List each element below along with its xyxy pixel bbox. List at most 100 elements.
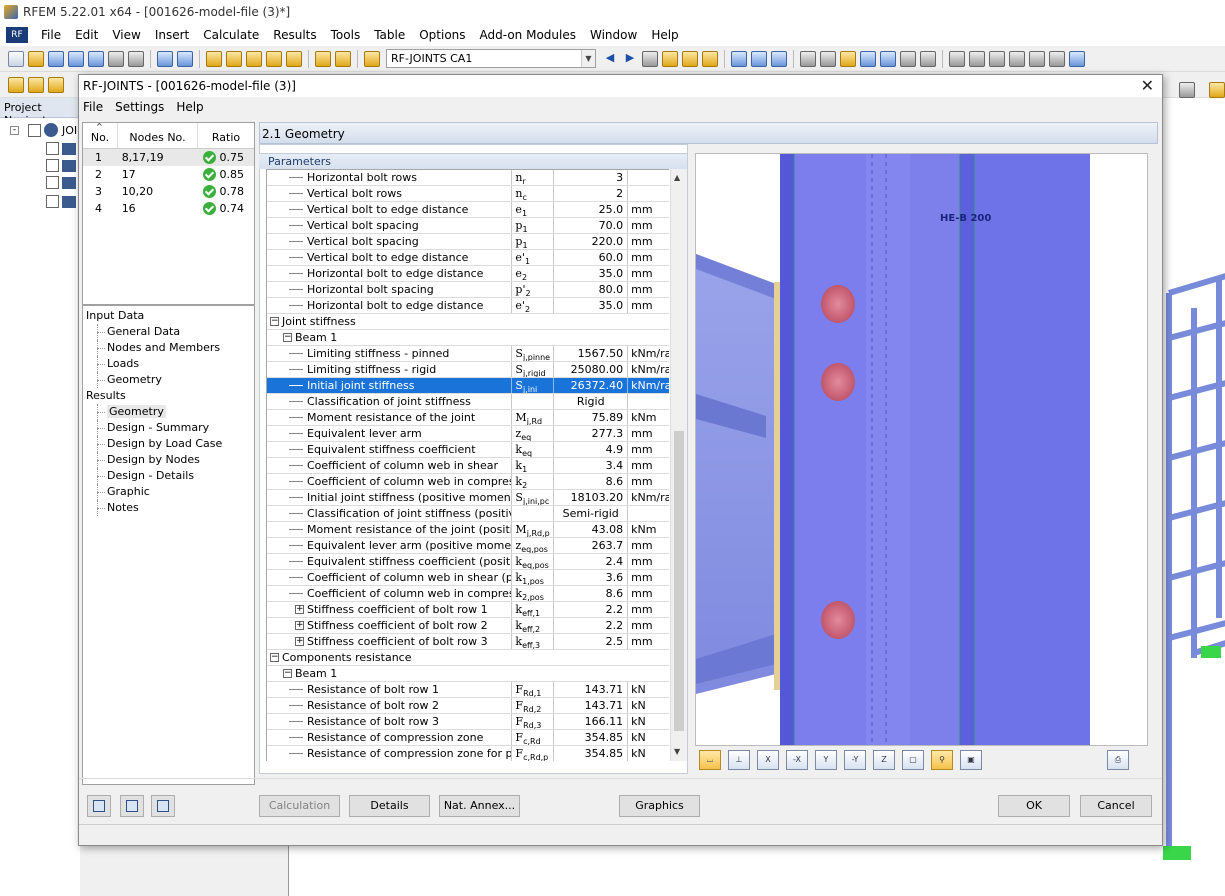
view-y-icon[interactable]: Y — [815, 750, 837, 770]
parameter-row[interactable]: Horizontal bolt rows nr 3 — [267, 170, 669, 186]
parameter-group-row[interactable]: − Joint stiffness — [267, 314, 669, 330]
collapse-toggle-icon[interactable]: − — [270, 316, 279, 326]
close-icon[interactable]: ✕ — [1141, 76, 1154, 95]
edit-icon[interactable] — [48, 50, 64, 67]
table-row[interactable]: 1 8,17,19 0.75 — [83, 149, 254, 166]
snap-icon[interactable] — [840, 50, 856, 67]
save-icon[interactable] — [88, 50, 104, 67]
render-icon[interactable] — [266, 50, 282, 67]
parameter-row[interactable]: Vertical bolt to edge distance e'1 60.0 mm — [267, 250, 669, 266]
graphics-button[interactable]: Graphics — [619, 795, 700, 817]
parameter-row[interactable]: Equivalent lever arm (positive moment) ze… — [267, 538, 669, 554]
menu-results[interactable]: Results — [273, 28, 316, 42]
line-icon[interactable] — [969, 50, 985, 67]
parameter-row[interactable]: Coefficient of column web in shear k1 3.4 m… — [267, 458, 669, 474]
table-view-icon[interactable] — [315, 50, 331, 67]
tree-collapse-toggle[interactable]: - — [10, 126, 19, 135]
calculation-button[interactable]: Calculation — [259, 795, 340, 817]
window-menu-icon[interactable]: RF — [6, 27, 28, 43]
nat-annex-button[interactable]: Nat. Annex... — [439, 795, 520, 817]
cancel-button[interactable]: Cancel — [1080, 795, 1152, 817]
parameter-row[interactable]: Moment resistance of the joint (positive… — [267, 522, 669, 538]
tree-item-graphic[interactable]: Graphic — [83, 484, 254, 500]
tree-item-notes[interactable]: Notes — [83, 500, 254, 516]
parameter-row[interactable]: Limiting stiffness - rigid Sj,rigid 25080.… — [267, 362, 669, 378]
mirror-icon[interactable] — [989, 50, 1005, 67]
grid-view-icon[interactable] — [335, 50, 351, 67]
next-arrow-icon[interactable]: ▶ — [622, 51, 638, 67]
export-button[interactable] — [151, 795, 175, 817]
import-button[interactable] — [120, 795, 144, 817]
table-row[interactable]: 4 16 0.74 — [83, 200, 254, 217]
pencil-icon[interactable] — [206, 50, 222, 67]
parameter-row[interactable]: Classification of joint stiffness Rigid — [267, 394, 669, 410]
parameter-row[interactable]: Initial joint stiffness Sj,ini 26372.40 kNm… — [267, 378, 669, 394]
menu-insert[interactable]: Insert — [155, 28, 189, 42]
parameter-group-row[interactable]: − Components resistance — [267, 650, 669, 666]
print-graphic-icon[interactable]: ⎙ — [1107, 750, 1129, 770]
show-results-icon[interactable] — [682, 50, 698, 67]
menu-view[interactable]: View — [112, 28, 140, 42]
ok-button[interactable]: OK — [998, 795, 1070, 817]
move-icon[interactable] — [860, 50, 876, 67]
collapse-toggle-icon[interactable]: − — [283, 332, 292, 342]
line-tool-icon[interactable] — [48, 76, 64, 93]
details-button[interactable]: Details — [349, 795, 430, 817]
parameter-row[interactable]: + Stiffness coefficient of bolt row 2 keff… — [267, 618, 669, 634]
member-tool-icon[interactable] — [28, 76, 44, 93]
navigator-checkbox[interactable] — [46, 195, 59, 208]
parameter-row[interactable]: Horizontal bolt to edge distance e'2 35.0 m… — [267, 298, 669, 314]
parameter-row[interactable]: Vertical bolt rows nc 2 — [267, 186, 669, 202]
layers-icon[interactable]: ▣ — [960, 750, 982, 770]
deform-icon[interactable] — [731, 50, 747, 67]
parameter-row[interactable]: + Stiffness coefficient of bolt row 1 keff… — [267, 602, 669, 618]
expand-toggle-icon[interactable]: + — [295, 620, 304, 630]
column-header-no[interactable]: ^ No. — [83, 122, 118, 148]
tree-item-design-load-case[interactable]: Design by Load Case — [83, 436, 254, 452]
print-preview-icon[interactable] — [128, 50, 144, 67]
panel-icon[interactable] — [1209, 82, 1225, 98]
joint-3d-graphic[interactable]: HE-B 200 — [695, 153, 1148, 746]
parameter-row[interactable]: Coefficient of column web in compression… — [267, 586, 669, 602]
view-z-icon[interactable]: Z — [873, 750, 895, 770]
parameter-row[interactable]: Moment resistance of the joint Mj,Rd 75.89… — [267, 410, 669, 426]
parameter-row[interactable]: + Stiffness coefficient of bolt row 3 keff… — [267, 634, 669, 650]
menu-tools[interactable]: Tools — [331, 28, 361, 42]
parameter-row[interactable]: Vertical bolt to edge distance e1 25.0 mm — [267, 202, 669, 218]
previous-arrow-icon[interactable]: ◀ — [602, 51, 618, 67]
parameter-group-row[interactable]: − Beam 1 — [267, 666, 669, 682]
parameter-row[interactable]: Horizontal bolt spacing p'2 80.0 mm — [267, 282, 669, 298]
menu-table[interactable]: Table — [374, 28, 405, 42]
parameters-scrollbar[interactable]: ▲ ▼ — [670, 169, 687, 761]
navigator-checkbox[interactable] — [46, 159, 59, 172]
parameter-row[interactable]: Coefficient of column web in compression… — [267, 474, 669, 490]
measure-icon[interactable] — [900, 50, 916, 67]
tree-input-data[interactable]: Input Data — [83, 308, 254, 324]
save-all-icon[interactable] — [68, 50, 84, 67]
dialog-menu-file[interactable]: File — [83, 100, 103, 114]
collapse-toggle-icon[interactable]: − — [270, 652, 279, 662]
scale-icon[interactable] — [771, 50, 787, 67]
view-column-icon[interactable]: ⊥ — [728, 750, 750, 770]
dialog-menu-settings[interactable]: Settings — [115, 100, 164, 114]
parameter-row[interactable]: Classification of joint stiffness (posit… — [267, 506, 669, 522]
node-tool-icon[interactable] — [8, 76, 24, 93]
tree-results[interactable]: Results — [83, 388, 254, 404]
plugin-icon[interactable] — [1069, 50, 1085, 67]
parameter-row[interactable]: Resistance of bolt row 1 FRd,1 143.71 kN — [267, 682, 669, 698]
node-icon[interactable] — [949, 50, 965, 67]
view-iso-icon[interactable]: ▢ — [902, 750, 924, 770]
redo-icon[interactable] — [177, 50, 193, 67]
parameter-row[interactable]: Equivalent stiffness coefficient keq 4.9 mm — [267, 442, 669, 458]
view-x-icon[interactable]: X — [757, 750, 779, 770]
parameter-row[interactable]: Vertical bolt spacing p1 220.0 mm — [267, 234, 669, 250]
menu-edit[interactable]: Edit — [75, 28, 98, 42]
view-beam-icon[interactable]: ⌴ — [699, 750, 721, 770]
scroll-up-icon[interactable]: ▲ — [674, 173, 680, 182]
new-file-icon[interactable] — [8, 50, 24, 67]
view-neg-y-icon[interactable]: -Y — [844, 750, 866, 770]
rotate-icon[interactable] — [880, 50, 896, 67]
menu-calculate[interactable]: Calculate — [203, 28, 259, 42]
folder-icon[interactable] — [286, 50, 302, 67]
table-row[interactable]: 2 17 0.85 — [83, 166, 254, 183]
